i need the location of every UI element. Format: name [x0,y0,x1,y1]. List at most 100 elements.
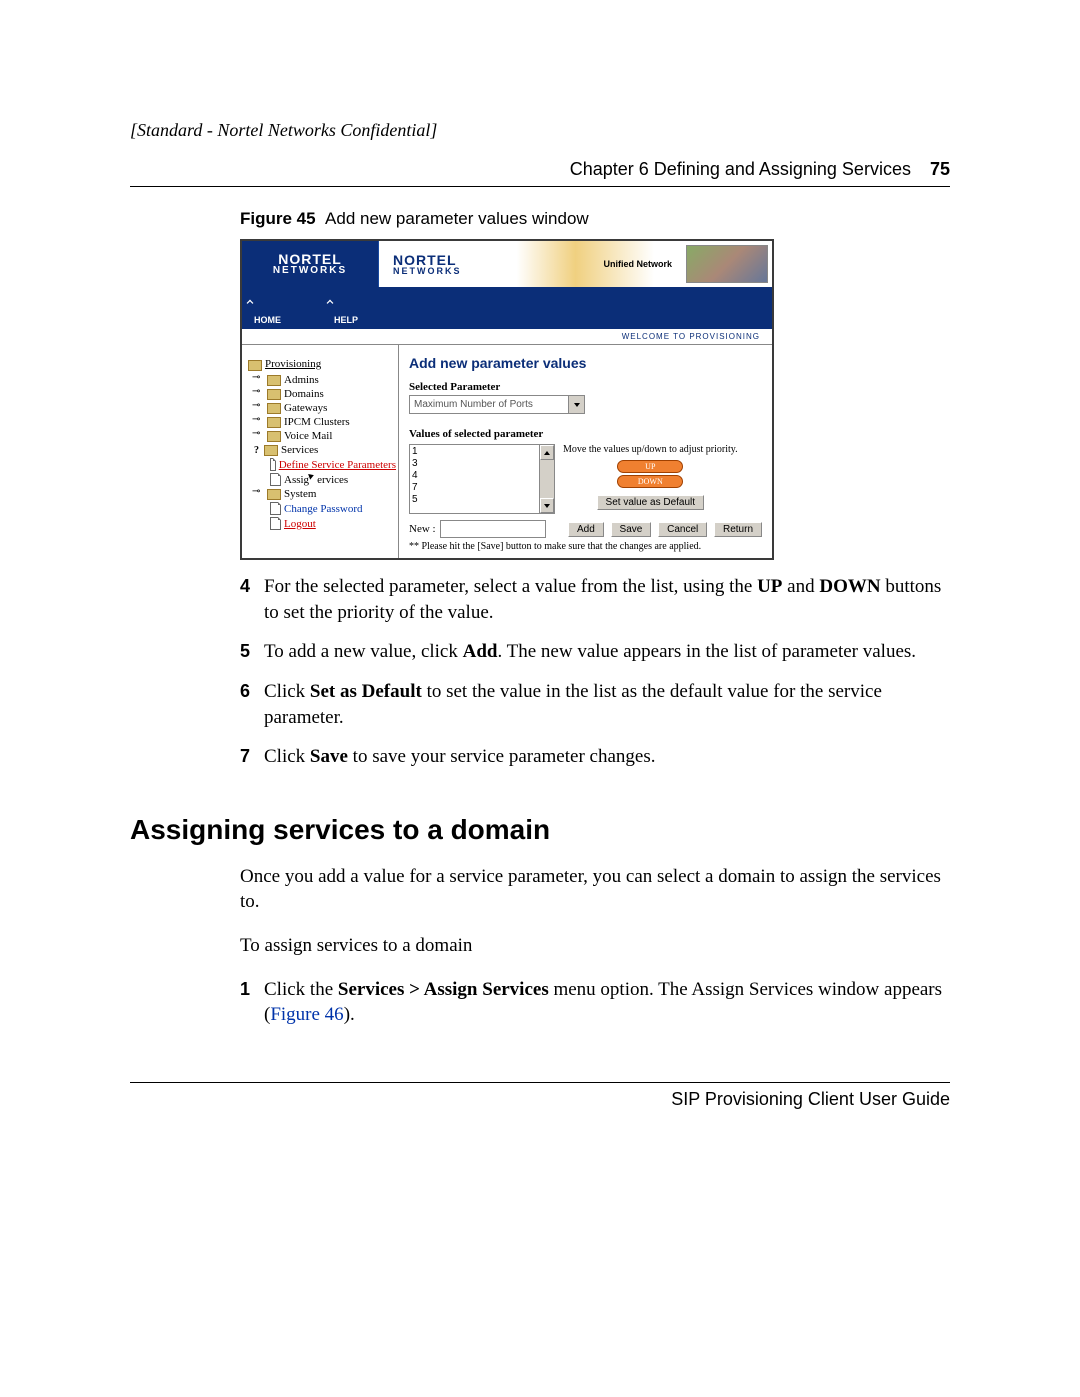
footer: SIP Provisioning Client User Guide [130,1082,950,1110]
sidebar-item-gateways[interactable]: Gateways [254,401,396,415]
confidential-line: [Standard - Nortel Networks Confidential… [130,120,950,141]
sidebar-label: Gateways [284,402,327,414]
sidebar-label: Admins [284,374,319,386]
page-number: 75 [930,159,950,179]
sidebar-item-services[interactable]: Services [254,443,396,457]
folder-icon [267,431,281,442]
question-icon [254,444,261,456]
folder-icon [267,417,281,428]
step-text: Click [264,746,310,767]
sidebar-item-domains[interactable]: Domains [254,387,396,401]
unified-network-label: Unified Network [603,259,672,269]
step-bold: Set as Default [310,681,422,702]
sidebar-label: Define Service Parameters [279,459,396,471]
banner-photo [686,245,768,283]
step-bold: Save [310,746,348,767]
selected-param-label: Selected Parameter [409,381,762,393]
selected-param-dropdown[interactable]: Maximum Number of Ports [409,395,585,414]
folder-icon [267,389,281,400]
scroll-up-icon[interactable] [540,445,554,460]
nav-help[interactable]: HELP [322,315,402,325]
priority-hint: Move the values up/down to adjust priori… [563,444,738,455]
add-button[interactable]: Add [568,522,604,537]
scrollbar[interactable] [539,445,554,513]
sidebar-root[interactable]: Provisioning [248,357,396,373]
step-bold: DOWN [819,576,880,597]
step-text: and [782,576,819,597]
figure-label: Figure 45 [240,209,316,228]
new-value-input[interactable] [440,520,546,538]
up-button[interactable]: UP [617,460,683,473]
logo-text-1: NORTEL [278,252,342,266]
step-bold: Add [463,641,498,662]
step-5: 5 To add a new value, click Add. The new… [240,639,950,665]
folder-icon [267,489,281,500]
list-item[interactable]: 3 [412,458,552,470]
down-button[interactable]: DOWN [617,475,683,488]
step-text: For the selected parameter, select a val… [264,576,757,597]
chapter-header: Chapter 6 Defining and Assigning Service… [130,159,950,187]
set-default-button[interactable]: Set value as Default [597,495,705,510]
doc-icon [270,473,281,486]
step-number: 4 [240,574,264,625]
step-number: 6 [240,679,264,730]
nav-home[interactable]: HOME [242,315,322,325]
list-item[interactable]: 5 [412,494,552,506]
values-listbox[interactable]: 1 3 4 7 5 [409,444,555,514]
sidebar-change-password[interactable]: Change Password [270,501,396,516]
sidebar-label: System [284,488,316,500]
step-6: 6 Click Set as Default to set the value … [240,679,950,730]
save-note: ** Please hit the [Save] button to make … [409,541,762,552]
list-item[interactable]: 1 [412,446,552,458]
sidebar-item-system[interactable]: System [254,487,396,501]
chevron-down-icon [568,396,584,413]
step-1b: 1 Click the Services > Assign Services m… [240,977,950,1028]
step-text: Click [264,681,310,702]
return-button[interactable]: Return [714,522,762,537]
list-item[interactable]: 4 [412,470,552,482]
banner: NORTEL NETWORKS NORTEL NETWORKS Unified … [242,241,772,287]
sidebar-label: Domains [284,388,324,400]
values-label: Values of selected parameter [409,428,762,440]
sidebar-root-label: Provisioning [265,358,321,370]
step-4: 4 For the selected parameter, select a v… [240,574,950,625]
key-icon [254,390,264,398]
welcome-bar: WELCOME TO PROVISIONING [242,329,772,345]
logo-text-2: NETWORKS [273,266,347,276]
main-panel: Add new parameter values Selected Parame… [399,345,772,558]
folder-icon [248,360,262,371]
sidebar-label: Assigervices [284,473,348,486]
sidebar-assign-services[interactable]: Assigervices [270,472,396,487]
scroll-down-icon[interactable] [540,498,554,513]
doc-icon [270,502,281,515]
save-button[interactable]: Save [611,522,652,537]
paragraph: Once you add a value for a service param… [240,864,950,915]
banner-right: NORTEL NETWORKS Unified Network [379,241,772,287]
logo-left: NORTEL NETWORKS [242,241,379,287]
cancel-button[interactable]: Cancel [658,522,707,537]
figure-xref[interactable]: Figure 46 [270,1004,343,1025]
list-item[interactable]: 7 [412,482,552,494]
logo-mid-1: NORTEL [393,253,462,267]
step-number: 1 [240,977,264,1028]
sidebar-define-parameters[interactable]: Define Service Parameters [270,457,396,472]
step-bold: UP [757,576,782,597]
dropdown-value: Maximum Number of Ports [414,399,533,410]
sidebar-logout[interactable]: Logout [270,516,396,531]
nav-row: HOME HELP [242,287,772,329]
sidebar-label: Logout [284,518,316,530]
step-bold: Services > Assign Services [338,979,549,1000]
cursor-icon [309,473,317,483]
step-text: To add a new value, click [264,641,463,662]
screenshot-window: NORTEL NETWORKS NORTEL NETWORKS Unified … [240,239,774,560]
step-number: 7 [240,744,264,770]
sidebar-item-admins[interactable]: Admins [254,373,396,387]
logo-mid: NORTEL NETWORKS [393,253,462,276]
panel-title: Add new parameter values [409,355,762,371]
sidebar-item-voicemail[interactable]: Voice Mail [254,429,396,443]
sidebar-item-ipcm[interactable]: IPCM Clusters [254,415,396,429]
doc-icon [270,517,281,530]
step-text: ). [344,1004,355,1025]
figure-caption: Figure 45 Add new parameter values windo… [240,209,950,229]
folder-icon [264,445,278,456]
